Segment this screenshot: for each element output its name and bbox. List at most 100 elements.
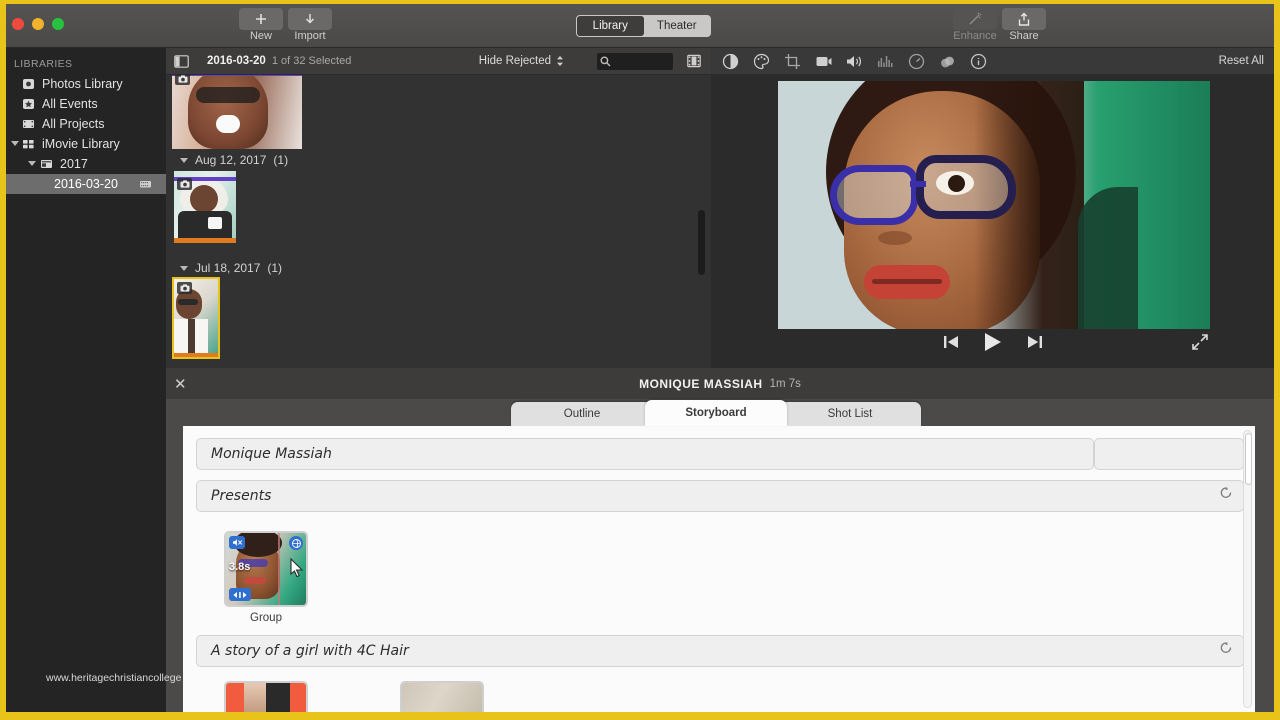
- sidebar-item-photos-library[interactable]: Photos Library: [6, 74, 166, 94]
- clip-group-header[interactable]: Aug 12, 2017 (1): [166, 149, 711, 171]
- sidebar-item-all-events[interactable]: All Events: [6, 94, 166, 114]
- viewer-playback-controls: [711, 328, 1274, 360]
- chevron-updown-icon[interactable]: [556, 55, 564, 67]
- storyboard-clip[interactable]: [224, 681, 308, 712]
- storyboard-scrollbar[interactable]: [1243, 430, 1252, 708]
- filmstrip-icon: [687, 54, 701, 68]
- crop-icon[interactable]: [781, 51, 803, 71]
- camera-badge-icon: [175, 75, 190, 85]
- tab-outline[interactable]: Outline: [511, 402, 653, 426]
- favorite-bar: [174, 353, 218, 357]
- clip-group-title: Aug 12, 2017: [195, 153, 267, 167]
- rotate-icon[interactable]: [289, 536, 303, 550]
- window-traffic-lights: [12, 18, 64, 30]
- hide-rejected-label[interactable]: Hide Rejected: [479, 55, 551, 67]
- search-icon: [600, 56, 611, 66]
- maximize-window-button[interactable]: [52, 18, 64, 30]
- disclosure-triangle-icon[interactable]: [28, 161, 36, 166]
- photos-icon: [22, 78, 35, 90]
- search-input[interactable]: [597, 52, 673, 70]
- magic-wand-icon: [969, 12, 982, 25]
- storyboard-field-title[interactable]: Monique Massiah: [196, 438, 1094, 470]
- storyboard-field-value: Monique Massiah: [211, 446, 332, 462]
- revert-icon[interactable]: [1220, 642, 1233, 660]
- new-button[interactable]: [239, 8, 283, 30]
- app-root: New Import Library Theater Enhance Share…: [0, 0, 1280, 720]
- volume-icon[interactable]: [843, 51, 865, 71]
- tab-theater[interactable]: Theater: [644, 16, 711, 36]
- sidebar: LIBRARIES Photos Library All Events All …: [6, 48, 166, 712]
- close-window-button[interactable]: [12, 18, 24, 30]
- close-trailer-button[interactable]: ✕: [174, 375, 187, 393]
- trailer-tabs: Outline Storyboard Shot List: [511, 399, 921, 426]
- mute-icon[interactable]: [229, 536, 245, 549]
- color-balance-icon[interactable]: [719, 51, 741, 71]
- star-icon: [22, 98, 35, 110]
- imovie-window: New Import Library Theater Enhance Share…: [6, 4, 1274, 712]
- minimize-window-button[interactable]: [32, 18, 44, 30]
- storyboard-clip[interactable]: [400, 681, 484, 712]
- year-icon: [40, 158, 53, 170]
- filmstrip-view-button[interactable]: [687, 54, 701, 68]
- trailer-header: ✕ MONIQUE MASSIAH 1m 7s: [166, 368, 1274, 399]
- sidebar-item-label: iMovie Library: [42, 137, 120, 151]
- clip-thumbnail[interactable]: [174, 171, 236, 243]
- viewer-image[interactable]: [778, 81, 1210, 329]
- storyboard-field-value: Presents: [211, 488, 272, 504]
- camera-badge-icon: [177, 282, 192, 294]
- sidebar-item-all-projects[interactable]: All Projects: [6, 114, 166, 134]
- scrollbar-thumb[interactable]: [1245, 433, 1252, 485]
- import-button[interactable]: [288, 8, 332, 30]
- clip-group-count: (1): [267, 261, 283, 275]
- color-correction-icon[interactable]: [750, 51, 772, 71]
- equalizer-icon[interactable]: [874, 51, 896, 71]
- tab-library[interactable]: Library: [577, 16, 644, 36]
- sidebar-item-label: 2016-03-20: [54, 177, 118, 191]
- storyboard-field-title-secondary[interactable]: [1094, 438, 1244, 470]
- browser-scrollbar[interactable]: [698, 210, 705, 275]
- clip-thumbnail[interactable]: [172, 75, 302, 149]
- disclosure-triangle-icon[interactable]: [180, 157, 188, 163]
- sidebar-toggle-icon: [174, 54, 189, 68]
- event-icon: [139, 178, 152, 190]
- previous-icon[interactable]: [942, 334, 961, 355]
- trailer-pane: ✕ MONIQUE MASSIAH 1m 7s Outline Storyboa…: [166, 368, 1274, 712]
- filters-icon[interactable]: [936, 51, 958, 71]
- play-icon[interactable]: [981, 331, 1005, 358]
- stabilization-icon[interactable]: [812, 51, 834, 71]
- sidebar-item-imovie-library[interactable]: iMovie Library: [6, 134, 166, 154]
- clip-list[interactable]: Aug 12, 2017 (1) Jul 18, 2017 (1): [166, 75, 711, 368]
- clip-thumbnail-selected[interactable]: [172, 277, 220, 359]
- clip-group-title: Jul 18, 2017: [195, 261, 261, 275]
- tab-shot-list[interactable]: Shot List: [779, 402, 921, 426]
- revert-icon[interactable]: [1220, 487, 1233, 505]
- download-arrow-icon: [305, 14, 315, 24]
- storyboard-clip-duration: 3.8s: [229, 561, 251, 573]
- camera-badge-icon: [177, 178, 192, 190]
- share-button[interactable]: [1002, 8, 1046, 30]
- disclosure-triangle-icon[interactable]: [11, 141, 19, 146]
- clip-group-count: (1): [273, 153, 289, 167]
- tab-storyboard[interactable]: Storyboard: [645, 400, 787, 426]
- info-icon[interactable]: [967, 51, 989, 71]
- speed-icon[interactable]: [229, 588, 251, 601]
- storyboard-field-presents[interactable]: Presents: [196, 480, 1244, 512]
- share-button-label: Share: [1009, 30, 1039, 42]
- reset-all-button[interactable]: Reset All: [1219, 55, 1264, 67]
- enhance-button[interactable]: [953, 8, 997, 30]
- browser-selection-label: 1 of 32 Selected: [271, 55, 352, 67]
- favorite-bar: [174, 238, 236, 243]
- projects-icon: [22, 118, 35, 130]
- next-icon[interactable]: [1025, 334, 1044, 355]
- toggle-sidebar-button[interactable]: [174, 54, 189, 68]
- fullscreen-icon[interactable]: [1190, 332, 1210, 357]
- import-button-label: Import: [294, 30, 326, 42]
- disclosure-triangle-icon[interactable]: [180, 265, 188, 271]
- sidebar-item-label: Photos Library: [42, 77, 123, 91]
- storyboard-field-story[interactable]: A story of a girl with 4C Hair: [196, 635, 1244, 667]
- clip-group-header[interactable]: Jul 18, 2017 (1): [166, 257, 711, 279]
- sidebar-item-2016-03-20[interactable]: 2016-03-20: [6, 174, 166, 194]
- speed-icon[interactable]: [905, 51, 927, 71]
- sidebar-item-2017[interactable]: 2017: [6, 154, 166, 174]
- sidebar-header: LIBRARIES: [14, 58, 73, 70]
